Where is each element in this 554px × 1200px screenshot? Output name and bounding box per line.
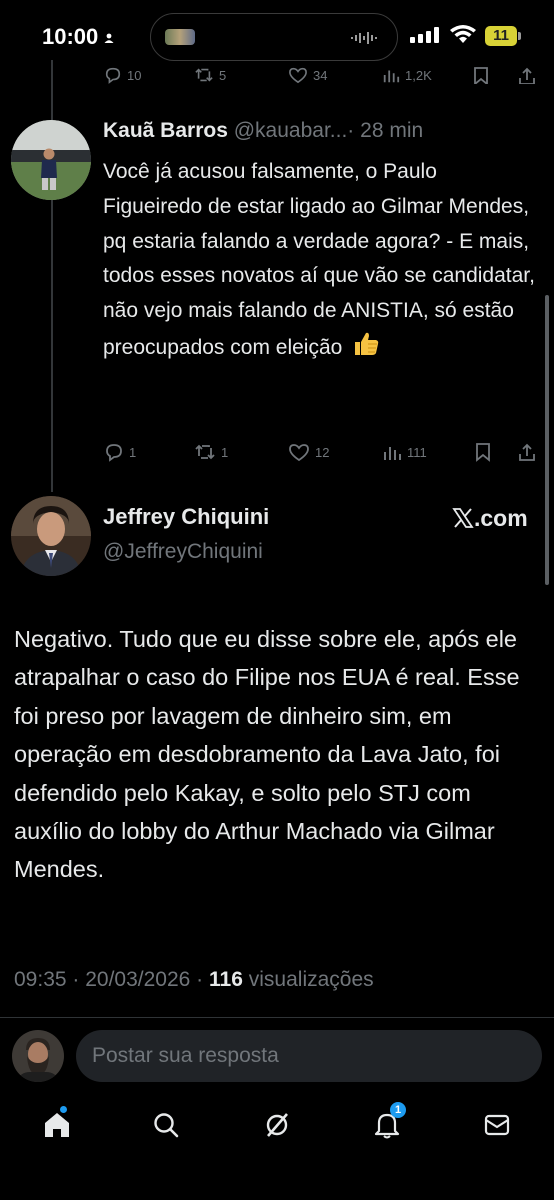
retweet-count: 1 xyxy=(221,444,229,460)
reply-icon xyxy=(106,444,122,462)
home-unread-dot xyxy=(60,1106,67,1113)
prev-views-action[interactable]: 1,2K xyxy=(382,66,432,84)
reply-action[interactable]: 1 xyxy=(104,442,136,462)
share-icon[interactable] xyxy=(518,66,536,84)
tab-search[interactable] xyxy=(149,1108,183,1142)
thumbs-up-icon xyxy=(355,332,379,355)
views-number: 116 xyxy=(209,968,243,991)
bookmark-icon[interactable] xyxy=(472,66,490,84)
retweet-icon xyxy=(195,444,215,460)
reply-count: 1 xyxy=(129,444,137,460)
person-icon xyxy=(104,33,114,43)
main-author-handle[interactable]: @JeffreyChiquini xyxy=(103,540,263,564)
source-domain: .com xyxy=(474,505,528,531)
tweet-date: 20/03/2026 xyxy=(85,968,191,991)
now-playing-thumbnail xyxy=(165,29,195,45)
heart-icon xyxy=(289,444,309,462)
meta-separator-2: · xyxy=(190,968,210,991)
tab-messages[interactable] xyxy=(480,1108,514,1142)
main-author-avatar[interactable] xyxy=(11,496,91,576)
main-author-name[interactable]: Jeffrey Chiquini xyxy=(103,504,269,530)
prev-like-count: 34 xyxy=(313,67,328,83)
grok-icon xyxy=(266,1113,288,1137)
tab-bar: 1 xyxy=(0,1100,554,1150)
divider xyxy=(0,1017,554,1018)
battery-tip xyxy=(518,32,521,40)
status-time: 10:00 xyxy=(42,24,114,50)
main-tweet-text: Negativo. Tudo que eu disse sobre ele, a… xyxy=(14,626,520,883)
prev-reply-action[interactable]: 10 xyxy=(104,66,141,84)
tweet-time: 09:35 xyxy=(14,968,67,991)
status-time-text: 10:00 xyxy=(42,24,99,49)
prev-retweet-count: 5 xyxy=(219,67,227,83)
prev-views-count: 1,2K xyxy=(405,67,432,83)
like-action[interactable]: 12 xyxy=(288,442,329,462)
tab-grok[interactable] xyxy=(260,1108,294,1142)
signal-icon xyxy=(410,27,439,43)
tab-notifications[interactable]: 1 xyxy=(370,1102,406,1142)
tab-home[interactable] xyxy=(40,1106,74,1142)
battery-level: 11 xyxy=(493,27,509,44)
reply-input[interactable]: Postar sua resposta xyxy=(76,1030,542,1082)
views-icon xyxy=(383,70,400,83)
reply-author-name[interactable]: Kauã Barros xyxy=(103,119,228,142)
home-icon xyxy=(45,1113,69,1137)
bookmark-icon[interactable] xyxy=(474,442,492,462)
prev-retweet-action[interactable]: 5 xyxy=(194,66,226,84)
dynamic-island[interactable] xyxy=(150,13,398,61)
share-icon[interactable] xyxy=(518,442,536,462)
views-action[interactable]: 111 xyxy=(382,442,427,462)
reply-text-content: Você já acusou falsamente, o Paulo Figue… xyxy=(103,160,535,359)
reply-text: Você já acusou falsamente, o Paulo Figue… xyxy=(103,155,535,366)
views-label[interactable]: visualizações xyxy=(249,968,374,991)
prev-like-action[interactable]: 34 xyxy=(288,66,327,84)
retweet-action[interactable]: 1 xyxy=(194,442,228,462)
x-logo-icon xyxy=(452,508,474,528)
battery-icon: 11 xyxy=(485,26,517,46)
current-user-avatar[interactable] xyxy=(12,1030,64,1082)
messages-icon xyxy=(484,1114,510,1136)
views-icon xyxy=(384,447,401,460)
scrollbar[interactable] xyxy=(545,295,549,585)
views-count: 111 xyxy=(407,444,427,460)
reply-separator: · xyxy=(347,119,355,142)
previous-tweet-actions: 10 5 34 1,2K xyxy=(100,64,540,84)
reply-author-handle[interactable]: @kauabar... xyxy=(234,119,348,142)
tweet-meta: 09:35 · 20/03/2026 · 116 visualizações xyxy=(14,968,374,992)
reply-avatar-image xyxy=(11,120,91,200)
reply-avatar[interactable] xyxy=(11,120,91,200)
source-label: .com xyxy=(452,505,528,532)
main-author-avatar-image xyxy=(11,496,91,576)
current-user-avatar-image xyxy=(12,1030,64,1082)
notification-badge: 1 xyxy=(390,1102,406,1118)
meta-separator-1: · xyxy=(66,968,86,991)
reply-icon xyxy=(105,67,121,84)
reply-time[interactable]: 28 min xyxy=(360,119,423,142)
search-icon xyxy=(154,1113,179,1138)
prev-reply-count: 10 xyxy=(127,67,142,83)
reply-header: Kauã Barros @kauabar...· 28 min xyxy=(103,119,423,143)
audio-wave-icon xyxy=(351,32,377,44)
reply-actions: 1 1 12 111 xyxy=(100,438,540,466)
wifi-icon xyxy=(450,25,476,43)
retweet-icon xyxy=(195,68,213,82)
like-count: 12 xyxy=(315,444,330,460)
heart-icon xyxy=(289,67,307,84)
